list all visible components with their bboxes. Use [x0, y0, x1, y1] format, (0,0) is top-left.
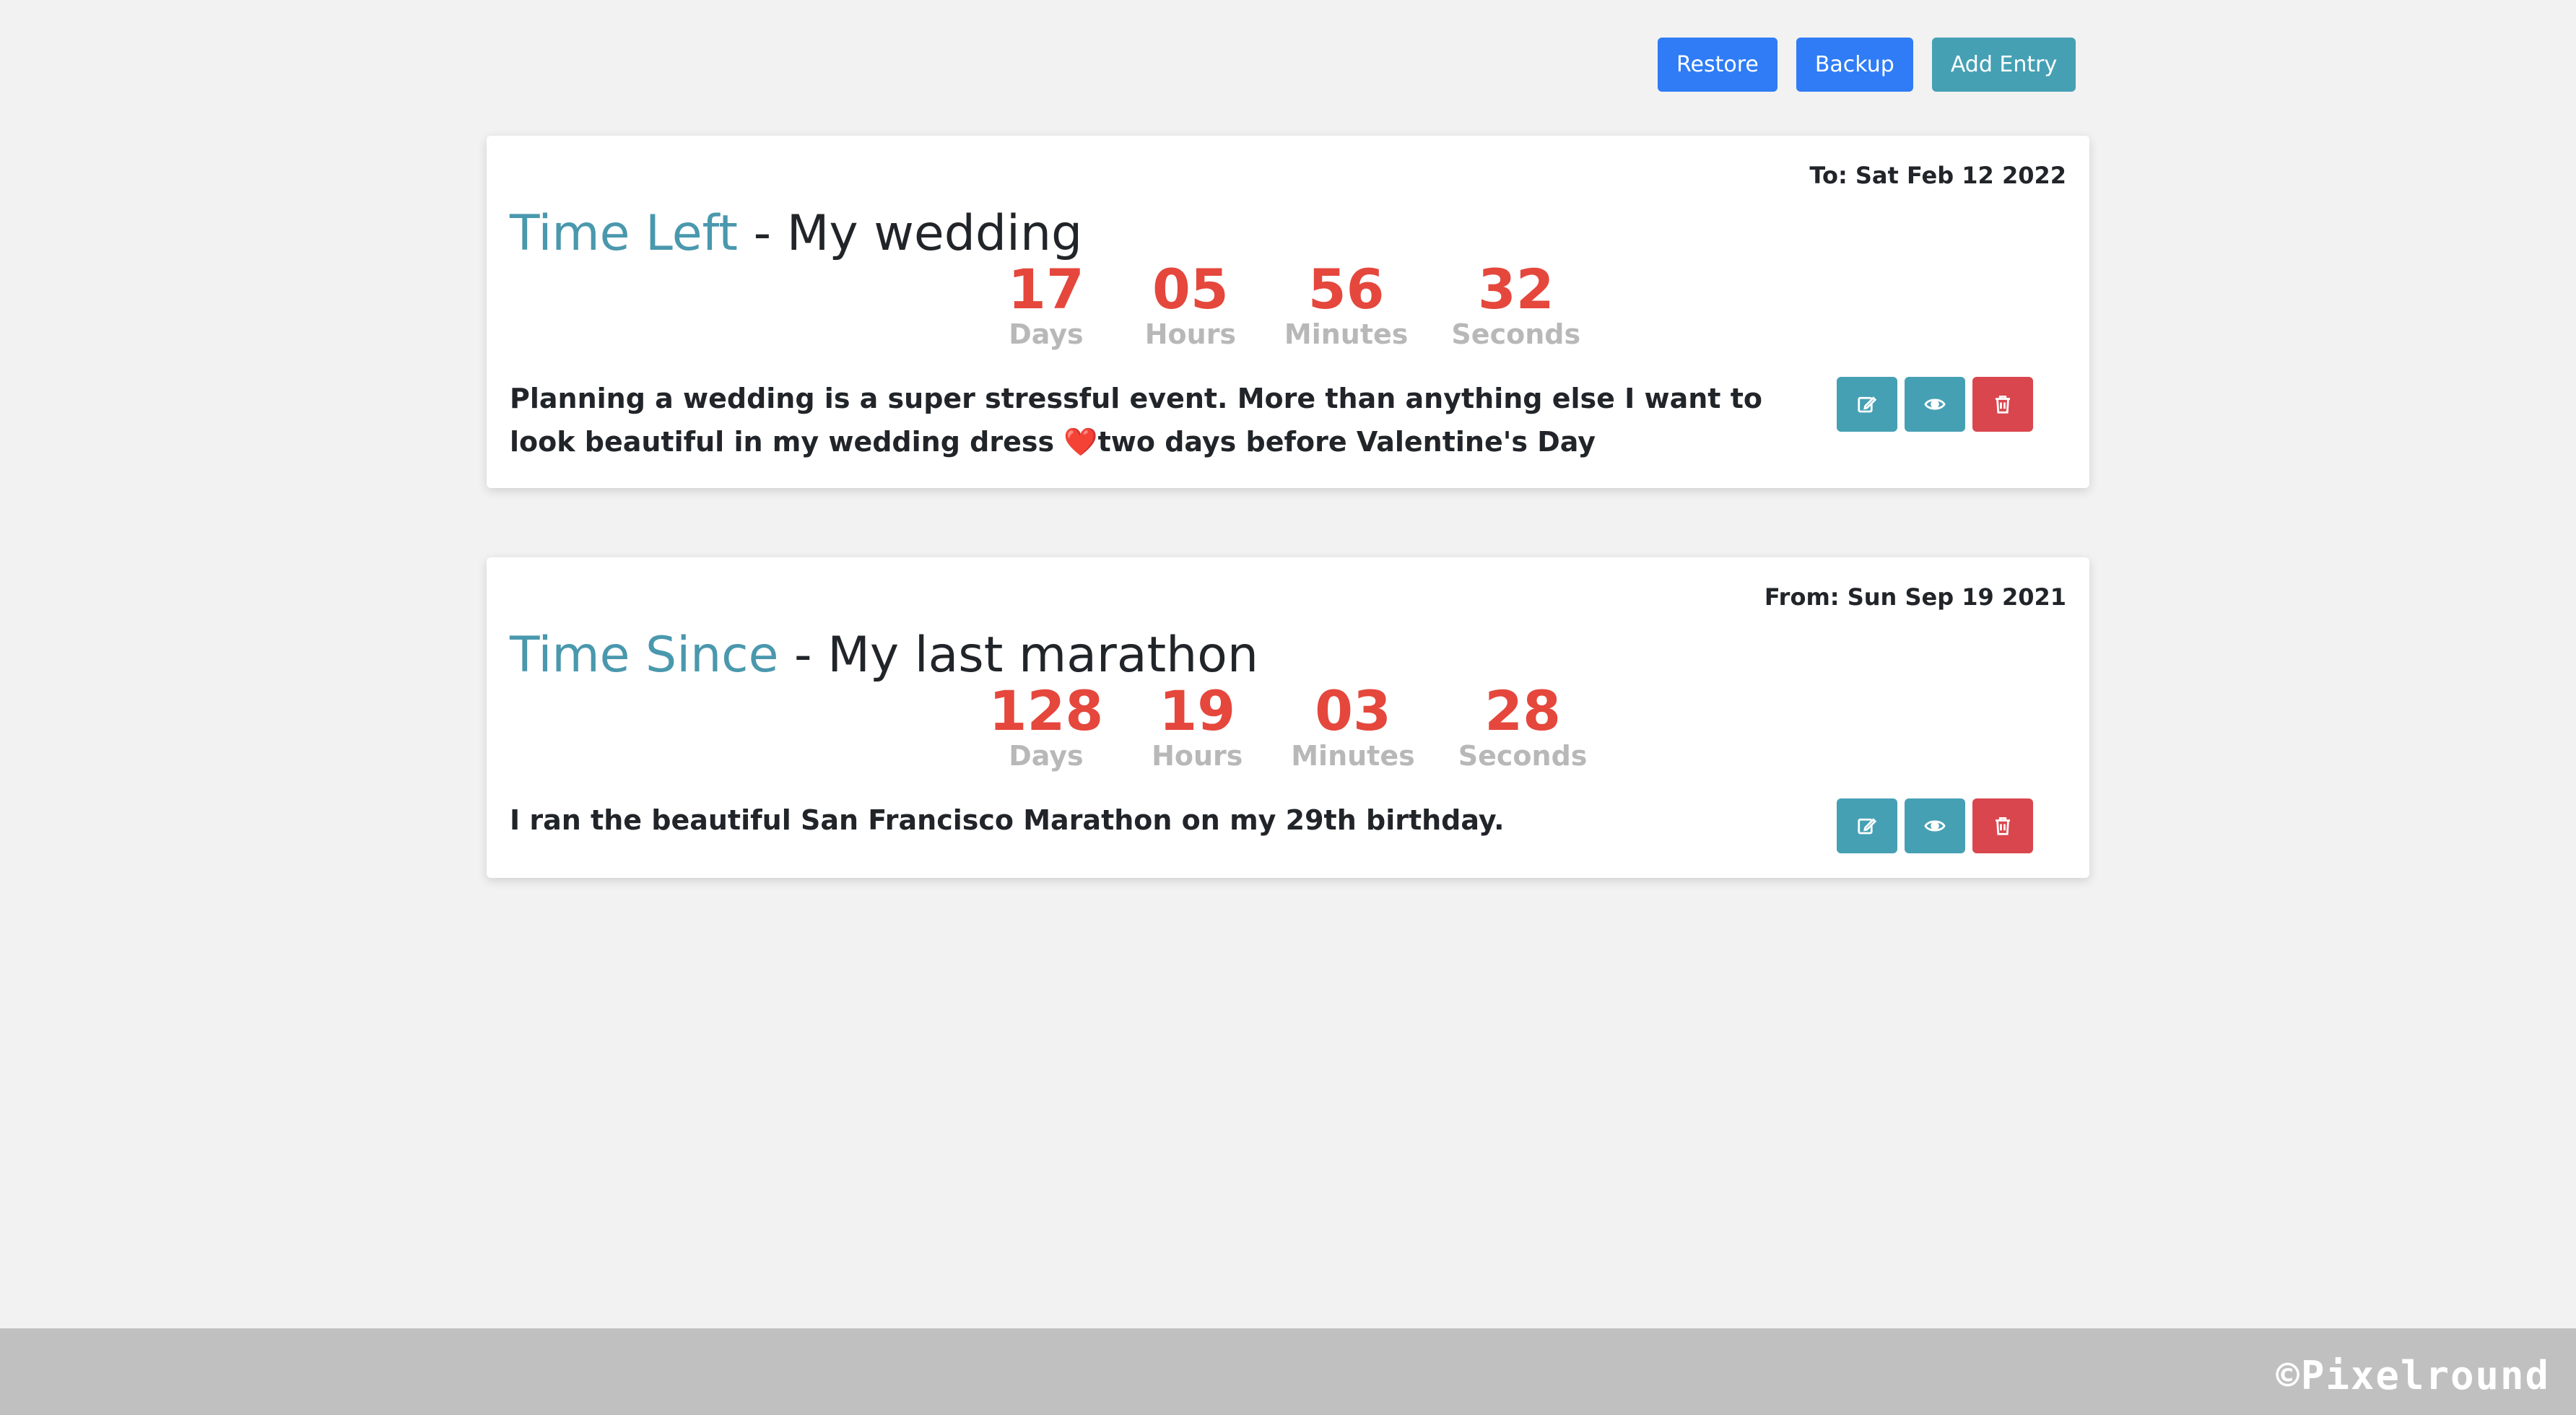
entry-card: Time Since - My last marathon From: Sun …: [487, 557, 2089, 878]
counter-seconds: 28 Seconds: [1458, 679, 1588, 772]
entry-date: To: Sat Feb 12 2022: [1809, 162, 2066, 189]
counter-days-value: 128: [988, 679, 1104, 743]
counter-hours-value: 05: [1152, 257, 1229, 321]
counter-hours: 19 Hours: [1146, 679, 1248, 772]
counter-seconds-value: 28: [1484, 679, 1561, 743]
title-separator: -: [737, 205, 787, 263]
eye-icon: [1924, 399, 1946, 410]
delete-button[interactable]: [1972, 798, 2033, 853]
edit-button[interactable]: [1837, 377, 1897, 432]
counter-minutes-value: 03: [1315, 679, 1391, 743]
counter-days-value: 17: [1008, 257, 1084, 321]
edit-icon: [1858, 396, 1877, 413]
counter-minutes-label: Minutes: [1291, 740, 1415, 772]
entry-card: Time Left - My wedding To: Sat Feb 12 20…: [487, 136, 2089, 488]
counter-days: 128 Days: [988, 679, 1104, 772]
entry-kind: Time Left: [510, 205, 738, 263]
counter-seconds-label: Seconds: [1458, 740, 1588, 772]
counter-seconds-value: 32: [1477, 257, 1554, 321]
entry-name: My wedding: [786, 205, 1083, 263]
counter-hours-value: 19: [1159, 679, 1236, 743]
entry-name: My last marathon: [827, 627, 1258, 684]
title-separator: -: [778, 627, 828, 684]
edit-icon: [1858, 818, 1877, 835]
counter-minutes-value: 56: [1307, 257, 1385, 321]
delete-button[interactable]: [1972, 377, 2033, 432]
counter-hours: 05 Hours: [1140, 257, 1241, 350]
edit-button[interactable]: [1837, 798, 1897, 853]
counter-days-label: Days: [1009, 740, 1084, 772]
footer-brand: ©Pixelround: [2276, 1353, 2550, 1398]
trash-icon: [1996, 396, 2010, 414]
restore-button[interactable]: Restore: [1658, 38, 1777, 92]
entry-title: Time Since - My last marathon: [510, 627, 1258, 684]
trash-icon: [1996, 817, 2010, 835]
entry-description: Planning a wedding is a super stressful …: [510, 383, 1762, 458]
entry-kind: Time Since: [510, 627, 779, 684]
counter-seconds-label: Seconds: [1451, 318, 1581, 350]
entry-actions: [1837, 798, 2033, 853]
view-button[interactable]: [1905, 377, 1965, 432]
entry-title: Time Left - My wedding: [510, 205, 1082, 262]
add-entry-button[interactable]: Add Entry: [1931, 38, 2076, 92]
counter-minutes: 56 Minutes: [1284, 257, 1409, 350]
entry-date: From: Sun Sep 19 2021: [1764, 583, 2066, 611]
counter-days: 17 Days: [996, 257, 1097, 350]
entry-description: I ran the beautiful San Francisco Marath…: [510, 804, 1505, 836]
toolbar: Restore Backup Add Entry: [1658, 38, 2076, 92]
countdown: 128 Days 19 Hours 03 Minutes 28 Seconds: [487, 679, 2089, 772]
backup-button[interactable]: Backup: [1796, 38, 1913, 92]
counter-minutes-label: Minutes: [1284, 318, 1409, 350]
countdown: 17 Days 05 Hours 56 Minutes 32 Seconds: [487, 257, 2089, 350]
counter-hours-label: Hours: [1152, 740, 1243, 772]
counter-seconds: 32 Seconds: [1451, 257, 1581, 350]
counter-minutes: 03 Minutes: [1291, 679, 1415, 772]
footer: ©Pixelround: [0, 1328, 2576, 1415]
counter-hours-label: Hours: [1144, 318, 1237, 350]
view-button[interactable]: [1905, 798, 1965, 853]
eye-icon: [1924, 820, 1946, 832]
counter-days-label: Days: [1009, 318, 1084, 350]
entry-actions: [1837, 377, 2033, 432]
